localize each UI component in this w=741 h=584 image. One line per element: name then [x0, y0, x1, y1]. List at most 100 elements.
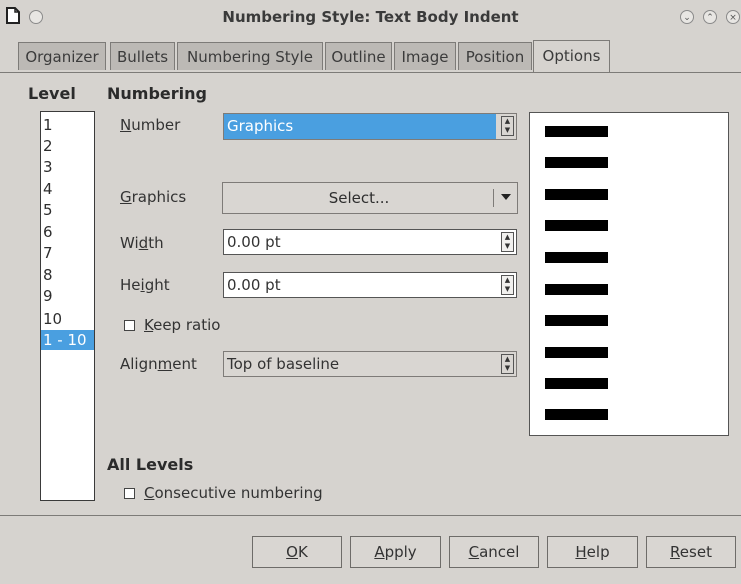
- button-label: eset: [679, 543, 712, 561]
- height-label: Height: [120, 276, 170, 294]
- mnemonic: K: [144, 316, 154, 334]
- button-label: elp: [586, 543, 610, 561]
- tab-label: Numbering Style: [187, 48, 313, 66]
- cancel-button[interactable]: Cancel: [449, 536, 539, 568]
- panel-separator: [0, 515, 741, 516]
- tab-label: Position: [465, 48, 525, 66]
- numbering-heading: Numbering: [107, 84, 207, 103]
- tab-label: Options: [542, 47, 601, 65]
- minimize-icon[interactable]: ⌄: [680, 10, 694, 24]
- label-text: Align: [120, 355, 158, 373]
- spinner-icon[interactable]: ▲ ▼: [501, 232, 514, 252]
- checkbox-icon[interactable]: [124, 320, 135, 331]
- level-item-2[interactable]: 2: [43, 136, 53, 156]
- width-value: 0.00 pt: [227, 233, 281, 251]
- button-label: K: [297, 543, 308, 561]
- level-item-1[interactable]: 1: [43, 115, 53, 135]
- keep-ratio-checkbox[interactable]: Keep ratio: [124, 316, 220, 334]
- close-icon[interactable]: ×: [726, 10, 740, 24]
- mnemonic: A: [374, 543, 385, 561]
- mnemonic: H: [575, 543, 587, 561]
- preview-bar: [545, 220, 608, 231]
- label-text: ent: [172, 355, 197, 373]
- height-field[interactable]: 0.00 pt ▲ ▼: [223, 272, 517, 298]
- level-item-10[interactable]: 10: [43, 309, 62, 329]
- graphics-select-button[interactable]: Select...: [222, 182, 518, 214]
- tab-options[interactable]: Options: [533, 40, 610, 72]
- preview-bar: [545, 252, 608, 263]
- tab-label: Image: [401, 48, 449, 66]
- tab-position[interactable]: Position: [458, 42, 532, 70]
- divider: [493, 189, 494, 207]
- preview-bar: [545, 315, 608, 326]
- label-text: He: [120, 276, 141, 294]
- number-label: Number: [120, 116, 180, 134]
- level-list[interactable]: 1 2 3 4 5 6 7 8 9 10 1 - 10: [40, 111, 95, 501]
- preview-bar: [545, 284, 608, 295]
- alignment-value: Top of baseline: [227, 355, 340, 373]
- reset-button[interactable]: Reset: [646, 536, 736, 568]
- label-text: umber: [131, 116, 181, 134]
- preview-bar: [545, 189, 608, 200]
- dropdown-arrow-icon: [499, 190, 513, 204]
- label-text: onsecutive numbering: [154, 484, 323, 502]
- help-button[interactable]: Help: [547, 536, 638, 568]
- preview-pane: [529, 112, 729, 436]
- tab-label: Organizer: [25, 48, 99, 66]
- spinner-icon[interactable]: ▲ ▼: [501, 275, 514, 295]
- all-levels-heading: All Levels: [107, 455, 194, 474]
- mnemonic: C: [144, 484, 155, 502]
- button-label: ancel: [479, 543, 520, 561]
- level-item-5[interactable]: 5: [43, 200, 53, 220]
- tab-outline[interactable]: Outline: [325, 42, 392, 70]
- height-value: 0.00 pt: [227, 276, 281, 294]
- label-text: Wi: [120, 234, 139, 252]
- level-item-9[interactable]: 9: [43, 286, 53, 306]
- preview-bar: [545, 126, 608, 137]
- title-bar: Numbering Style: Text Body Indent ⌄ ⌃ ×: [0, 0, 741, 36]
- mnemonic: O: [286, 543, 298, 561]
- preview-bar: [545, 347, 608, 358]
- level-item-all[interactable]: 1 - 10: [41, 330, 94, 350]
- level-item-4[interactable]: 4: [43, 179, 53, 199]
- level-heading: Level: [28, 84, 76, 103]
- mnemonic: d: [138, 234, 149, 252]
- mnemonic: C: [468, 543, 480, 561]
- alignment-select[interactable]: Top of baseline ▲ ▼: [223, 351, 517, 377]
- updown-icon: ▲ ▼: [501, 354, 514, 374]
- consecutive-numbering-checkbox[interactable]: Consecutive numbering: [124, 484, 323, 502]
- number-select[interactable]: Graphics ▲ ▼: [223, 113, 517, 140]
- tab-label: Outline: [331, 48, 386, 66]
- tab-bar: Organizer Bullets Numbering Style Outlin…: [0, 40, 741, 72]
- tab-bullets[interactable]: Bullets: [110, 42, 175, 70]
- width-label: Width: [120, 234, 164, 252]
- graphics-label: Graphics: [120, 188, 186, 206]
- mnemonic: G: [120, 188, 132, 206]
- tab-image[interactable]: Image: [394, 42, 456, 70]
- number-select-value: Graphics: [224, 114, 496, 139]
- label-text: ght: [144, 276, 170, 294]
- window-title: Numbering Style: Text Body Indent: [222, 8, 519, 26]
- label-text: raphics: [131, 188, 187, 206]
- preview-bar: [545, 157, 608, 168]
- level-item-6[interactable]: 6: [43, 222, 53, 242]
- maximize-icon[interactable]: ⌃: [703, 10, 717, 24]
- button-label: pply: [384, 543, 417, 561]
- level-item-8[interactable]: 8: [43, 265, 53, 285]
- checkbox-icon[interactable]: [124, 488, 135, 499]
- tab-numbering-style[interactable]: Numbering Style: [177, 42, 323, 70]
- updown-icon: ▲ ▼: [501, 116, 514, 136]
- preview-bar: [545, 409, 608, 420]
- ok-button[interactable]: OK: [252, 536, 342, 568]
- level-item-3[interactable]: 3: [43, 157, 53, 177]
- level-item-7[interactable]: 7: [43, 243, 53, 263]
- width-field[interactable]: 0.00 pt ▲ ▼: [223, 229, 517, 255]
- alignment-label: Alignment: [120, 355, 197, 373]
- tab-organizer[interactable]: Organizer: [18, 42, 106, 70]
- mnemonic: R: [670, 543, 680, 561]
- apply-button[interactable]: Apply: [350, 536, 441, 568]
- mnemonic: N: [120, 116, 132, 134]
- tab-label: Bullets: [116, 48, 169, 66]
- label-text: eep ratio: [153, 316, 221, 334]
- select-label: Select...: [328, 189, 390, 207]
